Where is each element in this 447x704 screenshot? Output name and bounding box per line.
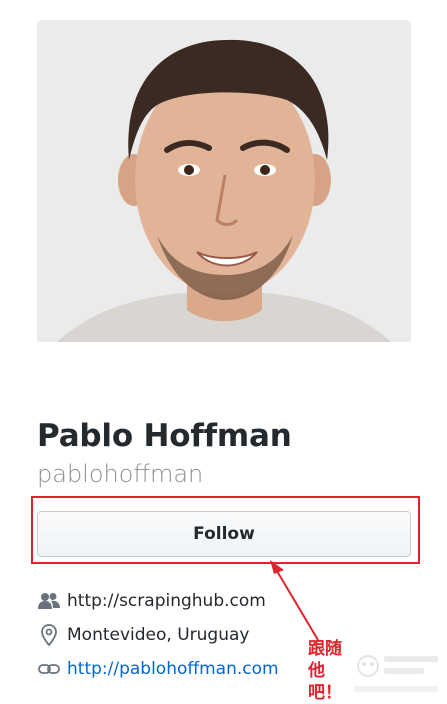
profile-fullname: Pablo Hoffman — [37, 418, 292, 454]
people-icon — [37, 589, 61, 613]
profile-avatar[interactable] — [37, 20, 411, 342]
link-icon — [37, 657, 61, 681]
location-text: Montevideo, Uruguay — [67, 625, 250, 645]
organization-text: http://scrapinghub.com — [67, 591, 266, 611]
website-link[interactable]: http://pablohoffman.com — [67, 659, 279, 679]
location-pin-icon — [37, 623, 61, 647]
profile-username: pablohoffman — [37, 460, 204, 488]
detail-website: http://pablohoffman.com — [37, 656, 279, 682]
watermark-logo — [354, 655, 438, 692]
detail-organization: http://scrapinghub.com — [37, 588, 266, 614]
detail-location: Montevideo, Uruguay — [37, 622, 249, 648]
follow-button[interactable]: Follow — [37, 511, 411, 557]
